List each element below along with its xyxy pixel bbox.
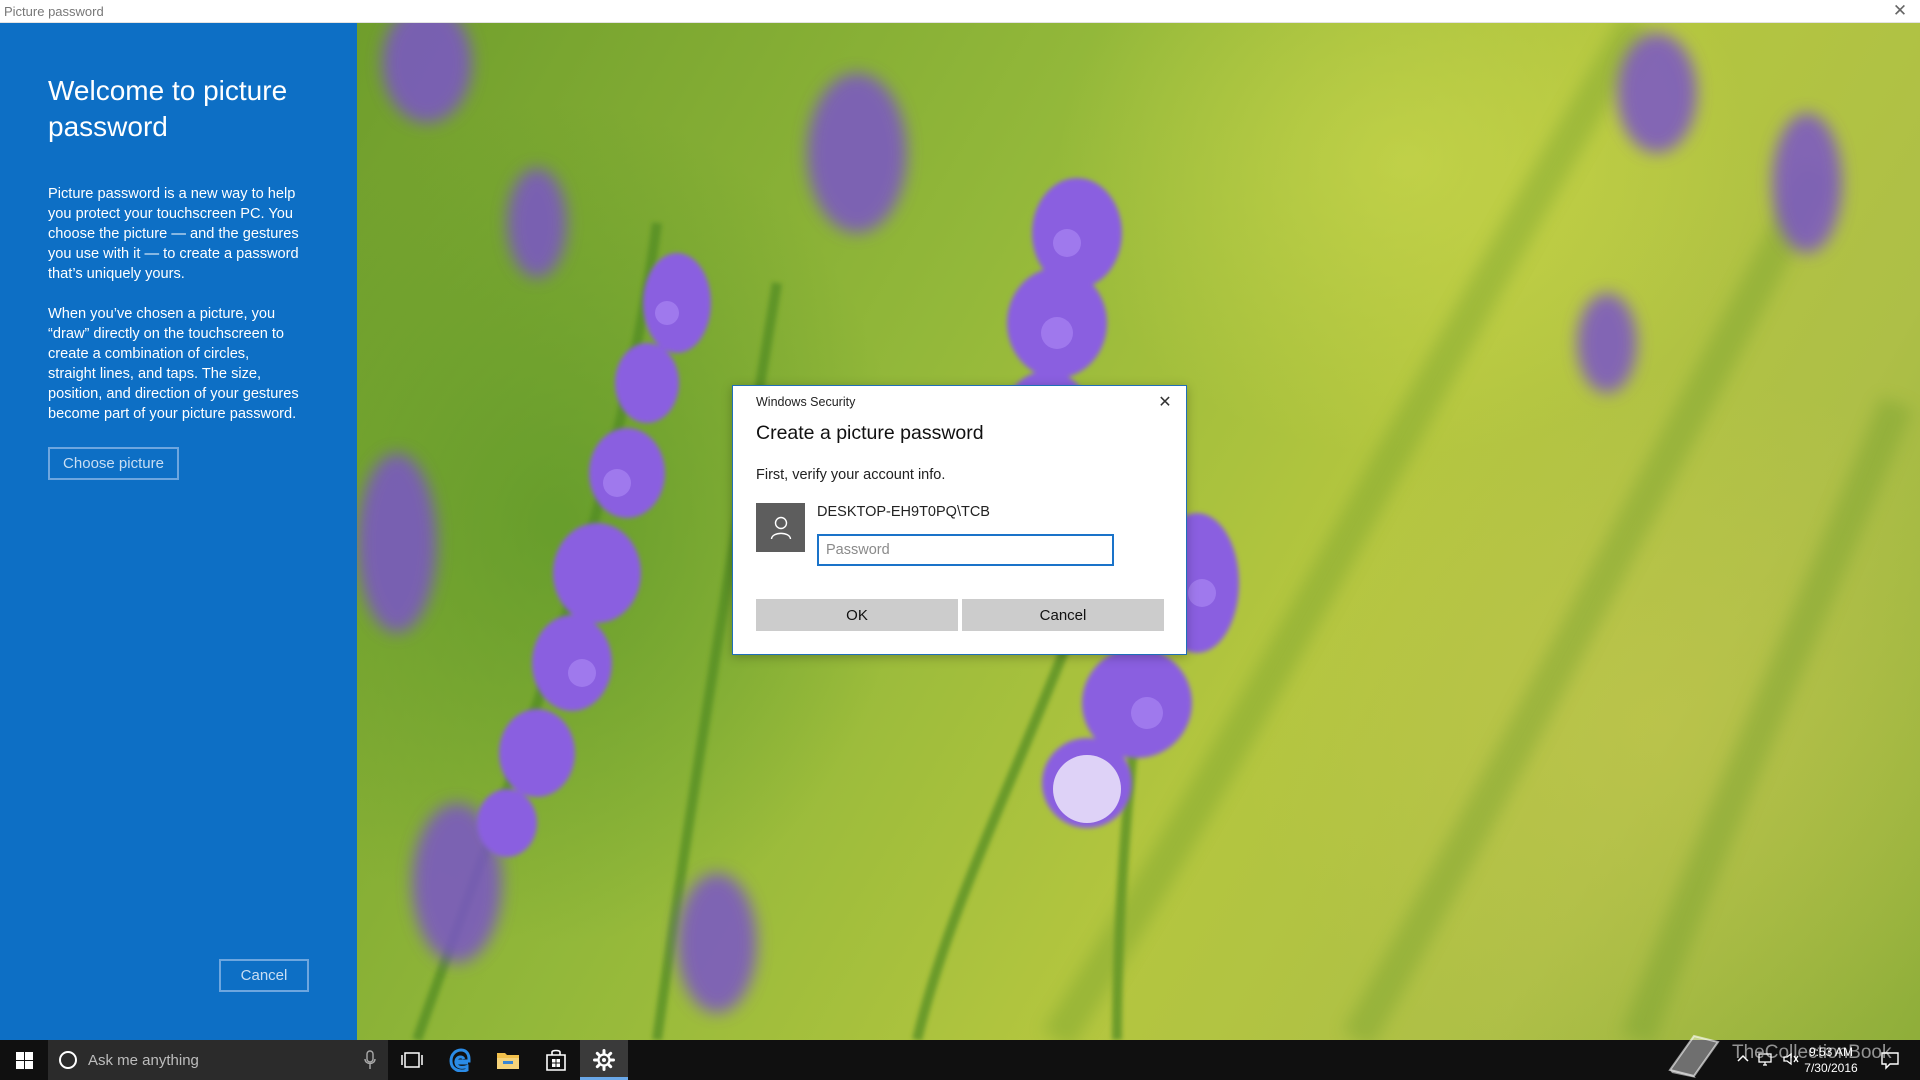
taskbar-clock[interactable]: 9:53 AM 7/30/2016 [1796, 1044, 1866, 1076]
task-view-icon [401, 1052, 423, 1068]
cortana-icon [59, 1051, 77, 1069]
touch-indicator [1053, 755, 1121, 823]
choose-picture-button[interactable]: Choose picture [48, 447, 179, 480]
network-icon[interactable] [1757, 1052, 1775, 1066]
cancel-button[interactable]: Cancel [962, 599, 1164, 631]
edge-icon [449, 1048, 471, 1072]
user-icon [770, 516, 791, 539]
windows-security-dialog: Windows Security ✕ Create a picture pass… [732, 385, 1187, 655]
taskbar: Ask me anything [0, 1040, 1920, 1080]
clock-time: 9:53 AM [1808, 1045, 1854, 1059]
start-button[interactable] [0, 1040, 48, 1080]
store-button[interactable] [532, 1040, 580, 1080]
settings-icon [593, 1049, 615, 1071]
dialog-close-icon[interactable]: ✕ [1154, 391, 1176, 413]
info-sidebar: Welcome to picture password Picture pass… [0, 23, 357, 1040]
taskbar-search-box[interactable]: Ask me anything [48, 1040, 388, 1080]
notification-icon [1881, 1052, 1899, 1070]
chevron-up-icon[interactable] [1736, 1052, 1750, 1066]
clock-date: 7/30/2016 [1804, 1061, 1858, 1075]
edge-button[interactable] [436, 1040, 484, 1080]
sidebar-intro-text: Picture password is a new way to help yo… [48, 186, 299, 282]
file-explorer-icon [497, 1053, 519, 1069]
window-titlebar: Picture password ✕ [0, 0, 1920, 23]
sidebar-cancel-button[interactable]: Cancel [219, 959, 309, 992]
window-title: Picture password [4, 3, 104, 19]
action-center-button[interactable] [1880, 1050, 1900, 1075]
settings-button[interactable] [580, 1040, 628, 1080]
password-input[interactable] [817, 534, 1114, 566]
microphone-icon[interactable] [364, 1050, 376, 1070]
account-name: DESKTOP-EH9T0PQ\TCB [817, 504, 990, 520]
search-placeholder: Ask me anything [88, 1051, 199, 1069]
task-view-button[interactable] [388, 1040, 436, 1080]
user-avatar [756, 503, 805, 552]
dialog-instructions: First, verify your account info. [756, 467, 946, 483]
sidebar-gesture-text: When you’ve chosen a picture, you “draw”… [48, 306, 299, 422]
dialog-caption: Windows Security [756, 395, 856, 409]
system-tray [1736, 1052, 1800, 1066]
ok-button[interactable]: OK [756, 599, 958, 631]
sidebar-title: Welcome to picture password [48, 75, 288, 142]
window-close-icon[interactable]: ✕ [1880, 0, 1920, 23]
store-icon [546, 1049, 566, 1071]
start-icon [15, 1051, 33, 1069]
dialog-title: Create a picture password [756, 422, 984, 444]
file-explorer-button[interactable] [484, 1040, 532, 1080]
